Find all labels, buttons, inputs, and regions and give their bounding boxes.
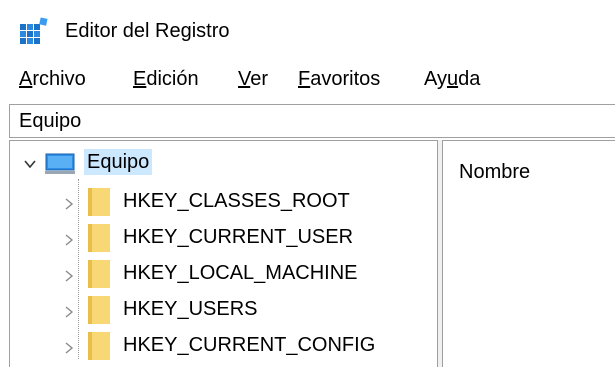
chevron-right-icon[interactable] [62, 341, 76, 355]
title-bar: Editor del Registro [0, 0, 615, 58]
menu-bar: Archivo Edición Ver Favoritos Ayuda [0, 58, 615, 98]
column-header-nombre[interactable]: Nombre [459, 159, 530, 185]
chevron-right-icon[interactable] [62, 305, 76, 319]
tree-item-hkey-current-user[interactable]: HKEY_CURRENT_USER [10, 221, 430, 253]
chevron-right-icon[interactable] [62, 197, 76, 211]
menu-archivo[interactable]: Archivo [19, 66, 86, 92]
registry-editor-icon [20, 17, 48, 44]
tree-item-label: HKEY_USERS [123, 298, 258, 320]
tree-item-hkey-local-machine[interactable]: HKEY_LOCAL_MACHINE [10, 257, 430, 289]
tree-item-label: HKEY_CURRENT_USER [123, 226, 354, 248]
tree-item-equipo[interactable]: Equipo [10, 147, 430, 179]
folder-icon [88, 188, 110, 216]
chevron-down-icon[interactable] [23, 157, 37, 171]
folder-icon [88, 332, 110, 360]
menu-edicion[interactable]: Edición [133, 66, 199, 92]
tree-item-label: HKEY_LOCAL_MACHINE [123, 262, 358, 284]
menu-ver[interactable]: Ver [238, 66, 268, 92]
chevron-right-icon[interactable] [62, 269, 76, 283]
computer-icon [45, 153, 75, 174]
address-bar[interactable]: Equipo [9, 104, 615, 138]
key-tree-pane[interactable]: Equipo HKEY_CLASSES_ROOT HKEY_CURRENT_US [9, 140, 438, 367]
chevron-right-icon[interactable] [62, 233, 76, 247]
values-list-pane[interactable]: Nombre [443, 140, 615, 367]
tree-item-label: HKEY_CURRENT_CONFIG [123, 334, 376, 356]
registry-editor-window: Editor del Registro Archivo Edición Ver … [0, 0, 615, 367]
address-path: Equipo [19, 110, 82, 132]
tree-root-label: Equipo [84, 149, 153, 175]
menu-ayuda[interactable]: Ayuda [424, 66, 480, 92]
tree-item-hkey-users[interactable]: HKEY_USERS [10, 293, 430, 325]
folder-icon [88, 260, 110, 288]
folder-icon [88, 296, 110, 324]
tree-item-label: HKEY_CLASSES_ROOT [123, 190, 350, 212]
tree-item-hkey-current-config[interactable]: HKEY_CURRENT_CONFIG [10, 329, 430, 361]
folder-icon [88, 224, 110, 252]
menu-favoritos[interactable]: Favoritos [298, 66, 380, 92]
window-title: Editor del Registro [65, 20, 230, 42]
tree-item-hkey-classes-root[interactable]: HKEY_CLASSES_ROOT [10, 185, 430, 217]
